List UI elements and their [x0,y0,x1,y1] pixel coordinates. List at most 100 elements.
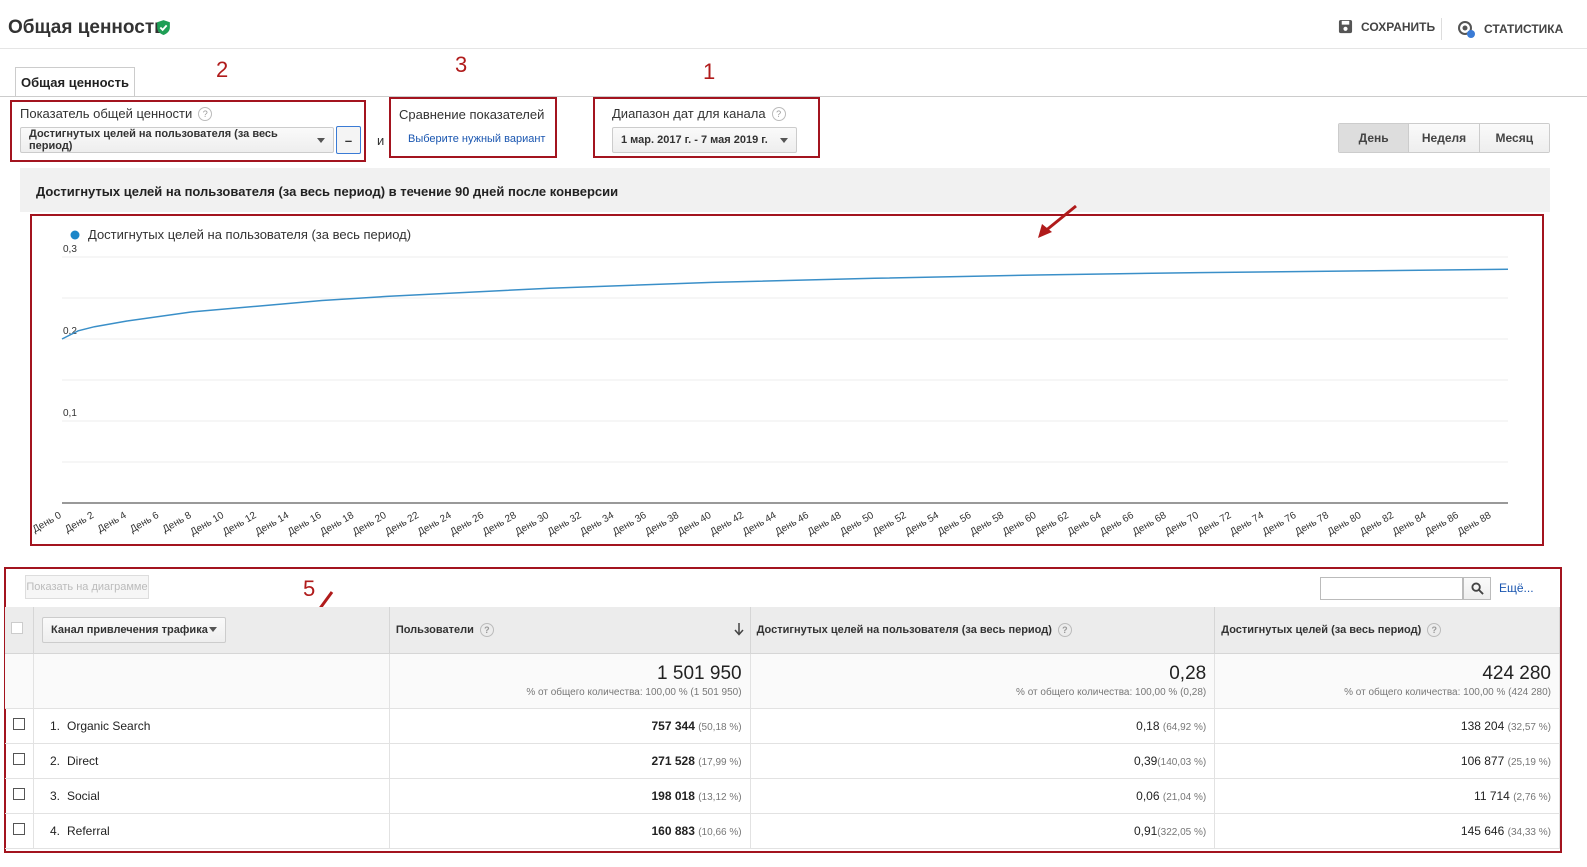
goals-pct: (32,57 %) [1507,721,1551,733]
totals-goals-per-user: 0,28 % от общего количества: 100,00 % (0,… [750,653,1216,709]
x-tick-label: День 68 [1131,510,1169,538]
chevron-down-icon [780,137,788,143]
more-link[interactable]: Ещё... [1499,581,1534,595]
gpu-value: 0,39 [1133,753,1158,768]
goals-cell: 11 714 (2,76 %) [1214,778,1560,814]
users-cell: 757 344 (50,18 %) [389,708,751,744]
date-range-dropdown[interactable]: 1 мар. 2017 г. - 7 мая 2019 г. [612,127,797,153]
y-tick-label: 0,1 [63,408,77,419]
users-value: 757 344 [651,718,695,733]
x-tick-label: День 66 [1098,510,1136,538]
metric-dropdown-value: Достигнутых целей на пользователя (за ве… [29,128,278,152]
metric-selector-label-text: Показатель общей ценности [20,106,193,121]
table-header-row: Канал привлечения трафика Пользователи? … [5,607,1560,654]
row-checkbox[interactable] [13,753,25,765]
granularity-toggle: День Неделя Месяц [1338,123,1550,153]
metric-dropdown[interactable]: Достигнутых целей на пользователя (за ве… [20,127,334,153]
help-icon[interactable]: ? [1057,622,1072,637]
help-icon[interactable]: ? [479,622,494,637]
granularity-day[interactable]: День [1339,124,1409,152]
dimension-dropdown[interactable]: Канал привлечения трафика [42,616,226,643]
x-tick-label: День 26 [448,510,486,538]
remove-metric-button[interactable]: – [336,126,361,154]
granularity-week[interactable]: Неделя [1408,124,1479,152]
table-search-button[interactable] [1463,577,1491,600]
row-checkbox-cell [5,813,34,849]
channel-name[interactable]: Direct [67,754,98,768]
column-header-users[interactable]: Пользователи? [389,607,751,654]
x-tick-label: День 34 [578,510,616,538]
channel-cell: 4. Referral [33,813,390,849]
x-tick-label: День 2 [63,510,96,535]
x-tick-label: День 76 [1261,510,1299,538]
dimension-header: Канал привлечения трафика [33,607,390,654]
x-tick-label: День 70 [1163,510,1201,538]
channel-name[interactable]: Referral [67,824,110,838]
date-range-label-text: Диапазон дат для канала [612,106,766,121]
gpu-value: 0,18 [1136,718,1160,733]
legend-label: Достигнутых целей на пользователя (за ве… [88,227,411,242]
x-tick-label: День 72 [1196,510,1234,538]
x-tick-label: День 58 [968,510,1006,538]
channel-cell: 3. Social [33,778,390,814]
row-checkbox[interactable] [13,823,25,835]
row-checkbox-cell [5,743,34,779]
line-chart: 0,30,20,1 День 0 День 2 День 4 День 6 День 8… [31,227,1509,538]
column-header-goals-per-user[interactable]: Достигнутых целей на пользователя (за ве… [750,607,1216,654]
tab-total-value[interactable]: Общая ценность [15,67,135,97]
save-button[interactable]: СОХРАНИТЬ [1338,19,1435,34]
column-header-goals[interactable]: Достигнутых целей (за весь период)? [1214,607,1560,654]
annotation-3: 3 [455,52,468,77]
statistics-button[interactable]: СТАТИСТИКА [1456,19,1563,39]
gpu-value: 0,91 [1133,823,1158,838]
x-tick-label: День 40 [676,510,714,538]
page-title: Общая ценность [8,17,166,38]
channel-name[interactable]: Social [67,789,100,803]
granularity-month[interactable]: Месяц [1478,124,1549,152]
x-tick-label: День 78 [1293,510,1331,538]
users-value: 271 528 [651,753,695,768]
help-icon[interactable]: ? [1427,622,1442,637]
column-header-goals-label: Достигнутых целей (за весь период) [1221,623,1422,636]
goals-per-user-cell: 0,91(322,05 %) [750,813,1216,849]
x-tick-label: День 62 [1033,510,1071,538]
help-icon[interactable]: ? [198,106,213,121]
x-tick-label: День 56 [936,510,974,538]
totals-users: 1 501 950 % от общего количества: 100,00 … [389,653,751,709]
search-icon [1470,582,1484,595]
date-range-label: Диапазон дат для канала ? [612,106,786,121]
gpu-pct: (64,92 %) [1162,721,1207,733]
header-divider [0,48,1587,49]
gpu-pct: (322,05 %) [1157,826,1207,838]
verified-shield-icon [157,20,170,35]
row-checkbox[interactable] [13,788,25,800]
x-tick-label: День 22 [383,510,421,538]
x-tick-label: День 20 [351,510,389,538]
channel-name[interactable]: Organic Search [67,719,150,733]
annotation-2: 2 [216,57,229,82]
gpu-pct: (21,04 %) [1162,791,1207,803]
row-index: 1. [50,718,61,733]
table-row: 4. Referral 160 883 (10,66 %) 0,91(322,05… [5,813,1560,849]
save-label: СОХРАНИТЬ [1361,19,1436,34]
x-tick-label: День 60 [1001,510,1039,538]
x-tick-label: День 48 [806,510,844,538]
show-on-chart-button[interactable]: Показать на диаграмме [25,575,149,599]
goals-per-user-cell: 0,39(140,03 %) [750,743,1216,779]
goals-cell: 145 646 (34,33 %) [1214,813,1560,849]
row-checkbox[interactable] [13,718,25,730]
totals-empty-cell [5,653,34,709]
totals-row: 1 501 950 % от общего количества: 100,00 … [5,653,1560,709]
users-value: 198 018 [651,788,695,803]
compare-select-link[interactable]: Выберите нужный вариант [408,133,545,145]
totals-goals-sub: % от общего количества: 100,00 % (424 28… [1344,687,1551,698]
help-icon[interactable]: ? [771,106,786,121]
select-all-checkbox[interactable] [11,622,23,635]
x-tick-label: День 30 [513,510,551,538]
x-tick-label: День 32 [546,510,584,538]
totals-goals-value: 424 280 [1482,663,1551,684]
goals-per-user-cell: 0,06 (21,04 %) [750,778,1216,814]
x-tick-label: День 50 [838,510,876,538]
table-search-input[interactable] [1320,577,1463,600]
legend-swatch [70,230,80,240]
